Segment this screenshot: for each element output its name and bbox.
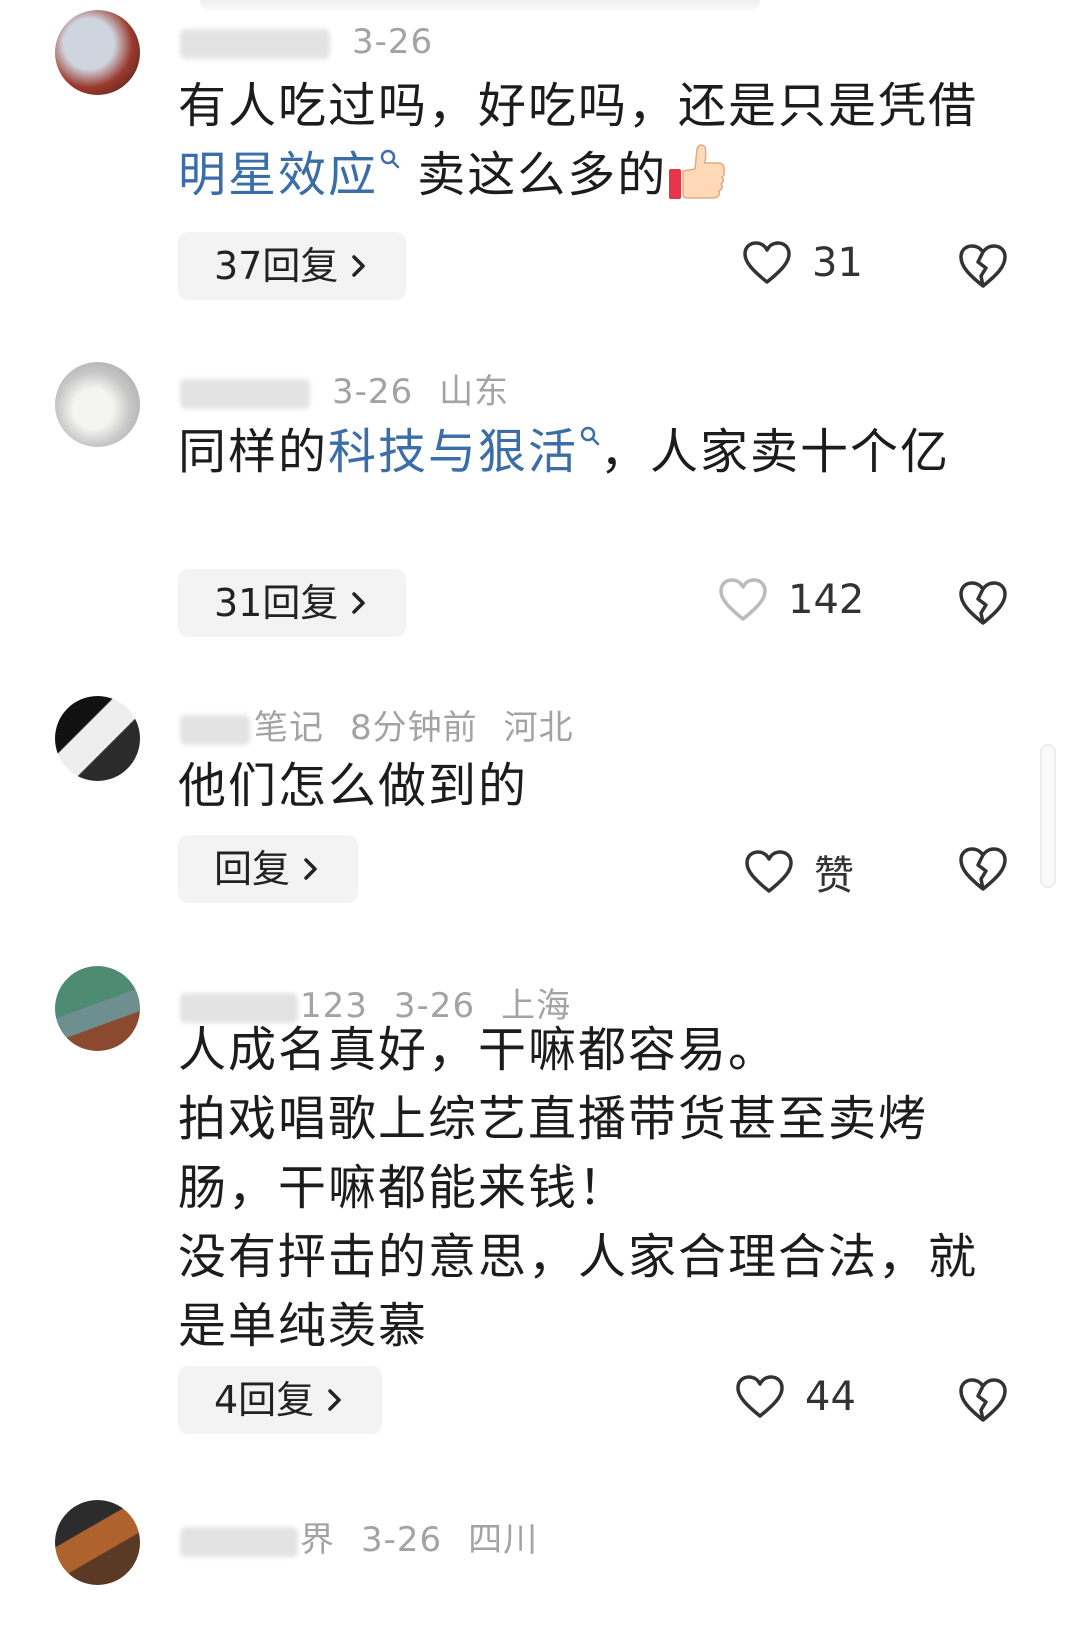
search-icon[interactable] [580,426,600,446]
avatar[interactable] [55,696,140,781]
comment-line: 没有抨击的意思，人家合理合法，就是单纯羡慕 [178,1229,979,1354]
thumbs-up-emoji [669,144,726,199]
username-suffix: 界 [300,1520,335,1560]
comment-location: 四川 [468,1520,539,1560]
username-blurred [180,714,250,745]
username-suffix: 笔记 [254,708,324,748]
comment-text: 同样的科技与狠活 ，人家卖十个亿 [178,424,951,480]
comment-date: 3-26 [352,22,434,62]
search-link[interactable]: 科技与狠活 [328,424,578,480]
like-count: 44 [805,1374,856,1420]
comment-location: 河北 [503,708,574,748]
comment-text: 有人吃过吗，好吃吗，还是只是凭借明星效应 卖这么多的 [178,78,979,203]
avatar[interactable] [55,1500,140,1585]
comment-meta: 3-26 [180,22,433,62]
username-blurred [180,378,310,409]
comment-meta: 3-26 山东 [180,364,509,413]
search-link[interactable]: 明星效应 [178,147,378,203]
heart-outline-icon [719,578,767,621]
like-count: 142 [788,577,865,623]
comment-meta: 界 3-26 四川 [180,1512,538,1561]
search-icon[interactable] [380,149,400,169]
broken-heart-icon[interactable] [958,845,1008,895]
comment-text: 他们怎么做到的 [178,758,529,814]
avatar[interactable] [55,10,140,95]
avatar[interactable] [55,966,140,1051]
view-replies-button[interactable]: 37回复 [178,232,407,300]
view-replies-button[interactable]: 31回复 [178,569,407,637]
username-blurred [180,1526,298,1557]
like-button[interactable]: 44 [735,1374,856,1420]
broken-heart-icon[interactable] [958,242,1008,292]
comment-date: 3-26 [361,1520,443,1560]
broken-heart-icon[interactable] [958,1376,1008,1426]
scrollbar[interactable] [1040,744,1056,888]
avatar[interactable] [55,362,140,447]
heart-outline-icon [736,1375,784,1418]
comment-location: 山东 [439,372,510,412]
chevron-right-icon [328,1389,341,1411]
comment-meta: 笔记 8分钟前 河北 [180,700,574,749]
username-blurred [180,28,330,59]
view-replies-button[interactable]: 4回复 [178,1366,383,1434]
heart-outline-icon [745,850,793,893]
broken-heart-icon[interactable] [958,579,1008,629]
comment-line: 人成名真好，干嘛都容易。 [178,1022,779,1078]
chevron-right-icon [352,255,366,277]
comment-text: 人成名真好，干嘛都容易。 拍戏唱歌上综艺直播带货甚至卖烤肠，干嘛都能来钱！ 没有… [178,1016,988,1361]
heart-outline-icon [743,241,791,284]
like-count: 赞 [814,853,854,899]
reply-button[interactable]: 回复 [178,835,359,903]
chevron-right-icon [352,592,366,614]
like-count: 31 [812,240,863,286]
comment-date: 3-26 [332,372,414,412]
like-button[interactable]: 31 [742,240,863,286]
comment-date: 8分钟前 [350,708,478,748]
like-button[interactable]: 赞 [744,843,854,901]
like-button[interactable]: 142 [718,577,864,623]
chevron-right-icon [304,858,317,880]
top-edge-shadow [200,0,760,14]
comment-line: 拍戏唱歌上综艺直播带货甚至卖烤肠，干嘛都能来钱！ [178,1091,929,1216]
